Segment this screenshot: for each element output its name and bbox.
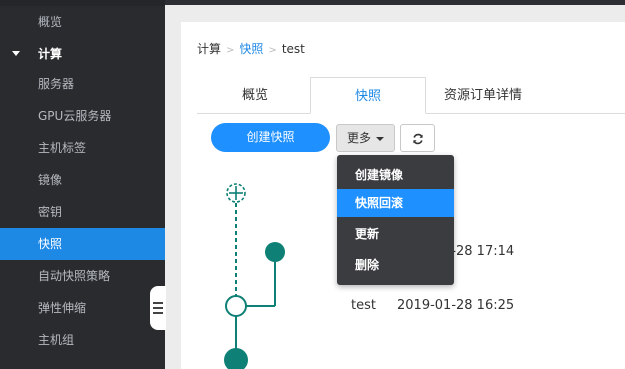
sidebar: 概览 计算 服务器 GPU云服务器 主机标签 镜像 密钥 快照 自动快照策略 弹… [0,0,166,369]
sidebar-group-compute[interactable]: 计算 [0,38,165,70]
tab-resource-order-details[interactable]: 资源订单详情 [433,77,533,114]
sidebar-item-host-tags[interactable]: 主机标签 [0,132,165,164]
current-state-node-icon [226,183,246,203]
snapshot-tree [224,183,285,369]
snapshot-name: test [351,298,376,313]
menu-item-delete[interactable]: 删除 [337,251,454,279]
sidebar-group-label: 计算 [38,47,63,61]
snapshot-node-test2[interactable] [265,242,285,262]
refresh-button[interactable] [400,124,435,152]
refresh-icon [413,133,423,145]
sidebar-item-overview[interactable]: 概览 [0,6,165,38]
create-snapshot-button[interactable]: 创建快照 [211,123,330,152]
snapshot-time: 2019-01-28 16:25 [397,298,515,313]
top-bar [165,0,625,5]
breadcrumb-separator: > [226,45,235,56]
more-button-label: 更多 [347,131,372,145]
sidebar-item-keys[interactable]: 密钥 [0,196,165,228]
collapse-menu-icon [153,302,163,314]
menu-item-snapshot-rollback[interactable]: 快照回滚 [337,189,454,217]
sidebar-collapse-button[interactable] [150,286,166,330]
breadcrumb-separator: > [268,45,277,56]
breadcrumb-compute[interactable]: 计算 [197,42,221,56]
sidebar-item-snapshots[interactable]: 快照 [0,228,165,260]
snapshot-node-base[interactable] [224,348,248,369]
sidebar-item-gpu-servers[interactable]: GPU云服务器 [0,100,165,132]
caret-down-icon [376,137,384,141]
sidebar-item-host-groups[interactable]: 主机组 [0,324,165,356]
breadcrumb-snapshots[interactable]: 快照 [239,42,263,56]
sidebar-item-auto-snapshot-policy[interactable]: 自动快照策略 [0,260,165,292]
breadcrumb: 计算 > 快照 > test [197,40,305,57]
caret-down-icon [12,51,20,56]
tab-snapshots[interactable]: 快照 [310,77,426,114]
menu-item-update[interactable]: 更新 [337,220,454,248]
snapshot-node-test[interactable] [225,295,247,317]
tab-overview[interactable]: 概览 [212,77,298,114]
more-dropdown-menu: 创建镜像 快照回滚 更新 删除 [337,155,454,285]
menu-item-create-image[interactable]: 创建镜像 [337,161,454,189]
sidebar-item-servers[interactable]: 服务器 [0,68,165,100]
breadcrumb-current: test [281,42,305,56]
more-dropdown-button[interactable]: 更多 [336,124,395,152]
sidebar-item-images[interactable]: 镜像 [0,164,165,196]
sidebar-item-auto-scaling[interactable]: 弹性伸缩 [0,292,165,324]
